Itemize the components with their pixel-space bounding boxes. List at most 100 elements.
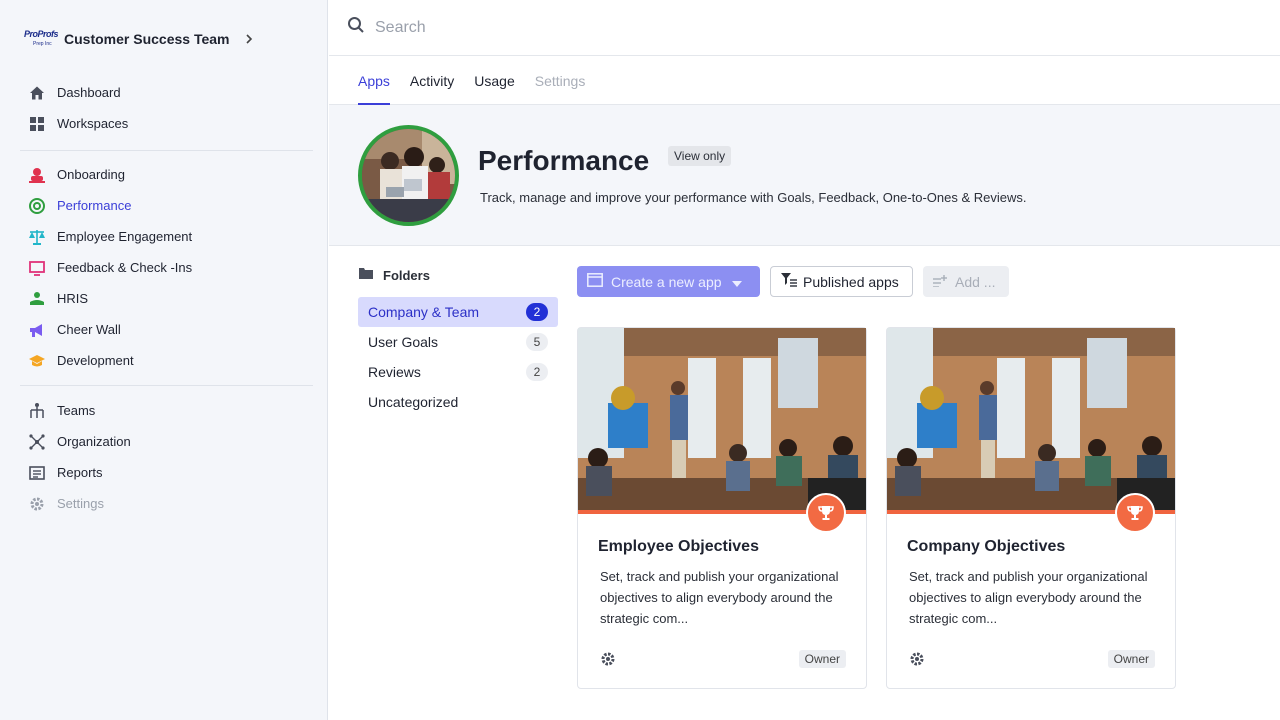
folder-label: Uncategorized	[368, 394, 459, 410]
sidebar-item-workspaces[interactable]: Workspaces	[20, 108, 313, 139]
sidebar-item-label: Dashboard	[57, 85, 121, 100]
published-apps-button[interactable]: Published apps	[770, 266, 913, 297]
admin-nav: Teams Organization Reports Settings	[20, 395, 313, 519]
team-switcher[interactable]: ProProfs Prep Inc Customer Success Team	[24, 24, 255, 54]
sidebar-item-employee-engagement[interactable]: Employee Engagement	[20, 221, 313, 252]
sidebar: ProProfs Prep Inc Customer Success Team …	[0, 0, 328, 720]
app-window-icon	[587, 273, 603, 290]
app-card[interactable]: Company Objectives Set, track and publis…	[886, 327, 1176, 689]
app-card-description: Set, track and publish your organization…	[600, 569, 839, 626]
scale-icon	[28, 228, 46, 246]
network-icon	[28, 433, 46, 451]
target-icon	[28, 197, 46, 215]
app-card-image	[887, 328, 1175, 514]
sidebar-item-performance[interactable]: Performance	[20, 190, 313, 221]
page-title: Performance	[478, 145, 650, 176]
sidebar-item-cheer-wall[interactable]: Cheer Wall	[20, 314, 313, 345]
sidebar-item-label: Workspaces	[57, 116, 129, 131]
sidebar-item-label: Development	[57, 353, 134, 368]
app-card-image	[578, 328, 866, 514]
folder-count-badge: 2	[526, 363, 548, 381]
sidebar-item-onboarding[interactable]: Onboarding	[20, 159, 313, 190]
folder-item[interactable]: Reviews 2	[358, 357, 558, 387]
sidebar-item-development[interactable]: Development	[20, 345, 313, 376]
sidebar-item-settings[interactable]: Settings	[20, 488, 313, 519]
create-app-button[interactable]: Create a new app	[577, 266, 760, 297]
folder-item[interactable]: Uncategorized	[358, 387, 558, 417]
sidebar-divider	[20, 150, 313, 151]
tab-bar: Apps Activity Usage Settings	[329, 56, 1280, 105]
sidebar-item-label: Teams	[57, 403, 96, 418]
sidebar-item-label: Organization	[57, 434, 131, 449]
primary-nav: Dashboard Workspaces	[20, 77, 313, 139]
add-button[interactable]: Add ...	[923, 266, 1009, 297]
tab-settings[interactable]: Settings	[535, 56, 586, 105]
tab-activity[interactable]: Activity	[410, 56, 454, 105]
sidebar-item-label: Settings	[57, 496, 104, 511]
sidebar-item-label: Performance	[57, 198, 132, 213]
gear-icon[interactable]	[908, 650, 926, 668]
folder-label: Company & Team	[368, 304, 480, 320]
folder-list: Company & Team 2 User Goals 5 Reviews 2 …	[358, 297, 558, 417]
sidebar-item-teams[interactable]: Teams	[20, 395, 313, 426]
app-description: Track, manage and improve your performan…	[480, 190, 1027, 205]
graduation-cap-icon	[28, 352, 46, 370]
app-card-title: Company Objectives	[907, 538, 1066, 555]
megaphone-icon	[28, 321, 46, 339]
sidebar-item-label: Employee Engagement	[57, 229, 193, 244]
sidebar-item-label: HRIS	[57, 291, 89, 306]
app-header: Performance View only Track, manage and …	[329, 105, 1280, 246]
tab-usage[interactable]: Usage	[474, 56, 514, 105]
app-card[interactable]: Employee Objectives Set, track and publi…	[577, 327, 867, 689]
home-icon	[28, 84, 46, 102]
folders-header: Folders	[359, 266, 430, 284]
view-only-badge: View only	[668, 146, 732, 166]
folder-label: User Goals	[368, 334, 439, 350]
sidebar-item-reports[interactable]: Reports	[20, 457, 313, 488]
add-label: Add ...	[955, 273, 996, 290]
folder-item[interactable]: User Goals 5	[358, 327, 558, 357]
create-app-label: Create a new app	[611, 273, 722, 290]
app-card-description: Set, track and publish your organization…	[909, 569, 1148, 626]
search-bar	[329, 0, 1280, 56]
team-name: Customer Success Team	[64, 31, 230, 47]
chevron-right-icon[interactable]	[243, 33, 255, 45]
monitor-icon	[28, 259, 46, 277]
sidebar-divider	[20, 385, 313, 386]
sidebar-item-label: Cheer Wall	[57, 322, 121, 337]
owner-badge: Owner	[798, 650, 846, 668]
company-logo: ProProfs Prep Inc	[24, 29, 59, 47]
trophy-icon	[1115, 493, 1155, 533]
folder-item[interactable]: Company & Team 2	[358, 297, 558, 327]
folder-label: Reviews	[368, 364, 421, 380]
search-input[interactable]	[375, 18, 975, 37]
sidebar-item-feedback-check-ins[interactable]: Feedback & Check -Ins	[20, 252, 313, 283]
folder-icon	[359, 266, 373, 284]
caret-down-icon	[731, 274, 742, 290]
trophy-icon	[806, 493, 846, 533]
sidebar-item-organization[interactable]: Organization	[20, 426, 313, 457]
grid-icon	[28, 115, 46, 133]
gear-icon[interactable]	[599, 650, 617, 668]
sidebar-item-label: Feedback & Check -Ins	[57, 260, 193, 275]
search-icon	[347, 16, 365, 39]
sidebar-item-hris[interactable]: HRIS	[20, 283, 313, 314]
app-avatar	[358, 125, 459, 226]
app-card-title: Employee Objectives	[598, 538, 759, 555]
published-apps-label: Published apps	[803, 273, 899, 290]
tab-apps[interactable]: Apps	[358, 56, 390, 105]
hand-person-icon	[28, 290, 46, 308]
filter-icon	[781, 273, 797, 290]
apps-nav: Onboarding Performance Employee Engageme…	[20, 159, 313, 376]
gear-icon	[28, 495, 46, 513]
add-list-icon	[933, 274, 947, 290]
folders-heading: Folders	[383, 267, 430, 283]
report-icon	[28, 464, 46, 482]
owner-badge: Owner	[1107, 650, 1155, 668]
folder-count-badge: 2	[526, 303, 548, 321]
sidebar-item-label: Onboarding	[57, 167, 125, 182]
onboarding-icon	[28, 166, 46, 184]
sidebar-item-dashboard[interactable]: Dashboard	[20, 77, 313, 108]
folder-count-badge: 5	[526, 333, 548, 351]
hierarchy-icon	[28, 402, 46, 420]
